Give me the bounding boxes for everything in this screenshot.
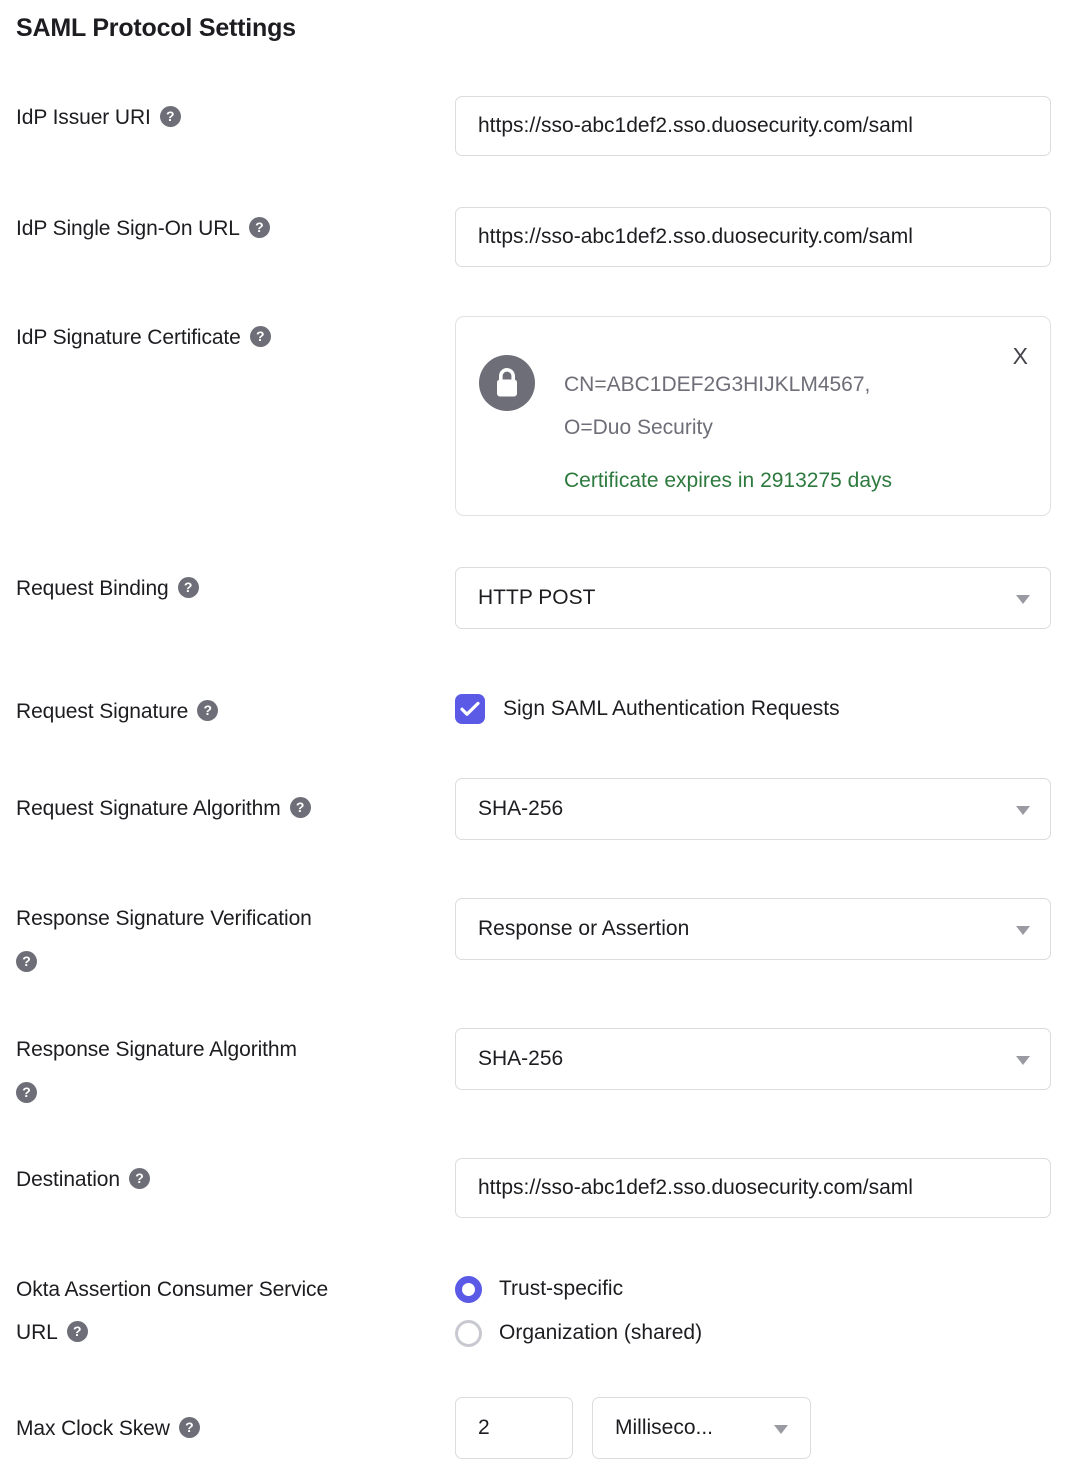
label-text: IdP Single Sign-On URL xyxy=(16,217,240,240)
help-icon[interactable]: ? xyxy=(178,1417,200,1438)
request-signature-algorithm-value: SHA-256 xyxy=(478,797,564,820)
idp-sso-url-input[interactable]: https://sso-abc1def2.sso.duosecurity.com… xyxy=(455,207,1051,267)
certificate-expiry-status: Certificate expires in 2913275 days xyxy=(564,469,893,492)
idp-issuer-uri-input[interactable]: https://sso-abc1def2.sso.duosecurity.com… xyxy=(455,96,1051,156)
label-text: Destination xyxy=(16,1168,120,1191)
sign-saml-requests-label: Sign SAML Authentication Requests xyxy=(503,697,840,720)
max-clock-skew-input[interactable]: 2 xyxy=(455,1397,573,1459)
help-icon[interactable]: ? xyxy=(128,1168,150,1189)
label-text: Request Signature xyxy=(16,700,189,723)
label-response-signature-verification: Response Signature Verification ? xyxy=(16,898,441,980)
label-request-signature: Request Signature? xyxy=(16,690,441,733)
remove-certificate-button[interactable]: X xyxy=(1013,345,1028,368)
lock-icon xyxy=(479,355,535,411)
radio-label: Organization (shared) xyxy=(499,1321,703,1344)
destination-input[interactable]: https://sso-abc1def2.sso.duosecurity.com… xyxy=(455,1158,1051,1218)
request-signature-algorithm-select[interactable]: SHA-256 xyxy=(455,778,1051,840)
label-destination: Destination? xyxy=(16,1158,441,1201)
chevron-down-icon xyxy=(1016,926,1030,935)
request-binding-value: HTTP POST xyxy=(478,586,596,609)
chevron-down-icon xyxy=(1016,806,1030,815)
max-clock-skew-unit-value: Milliseco... xyxy=(615,1416,714,1439)
radio-label: Trust-specific xyxy=(499,1277,624,1300)
sign-saml-requests-checkbox[interactable] xyxy=(455,694,485,724)
label-request-binding: Request Binding? xyxy=(16,567,441,610)
help-icon[interactable]: ? xyxy=(159,106,181,127)
saml-protocol-settings-panel: SAML Protocol Settings IdP Issuer URI? h… xyxy=(0,0,1066,1478)
label-text-line2: URL xyxy=(16,1321,58,1344)
chevron-down-icon xyxy=(1016,1056,1030,1065)
certificate-details: CN=ABC1DEF2G3HIJKLM4567, O=Duo Security … xyxy=(564,363,984,502)
max-clock-skew-controls: 2 Milliseco... xyxy=(455,1397,811,1459)
help-icon[interactable]: ? xyxy=(177,577,199,598)
radio-organization-shared[interactable] xyxy=(455,1319,482,1347)
label-text: Request Signature Algorithm xyxy=(16,797,281,820)
label-max-clock-skew: Max Clock Skew? xyxy=(16,1407,441,1450)
help-icon[interactable]: ? xyxy=(16,951,37,972)
radio-option-trust-specific[interactable]: Trust-specific xyxy=(455,1267,702,1311)
help-icon[interactable]: ? xyxy=(16,1082,37,1103)
page-title: SAML Protocol Settings xyxy=(16,14,296,42)
label-request-signature-algorithm: Request Signature Algorithm? xyxy=(16,787,441,830)
response-signature-verification-select[interactable]: Response or Assertion xyxy=(455,898,1051,960)
radio-option-organization-shared[interactable]: Organization (shared) xyxy=(455,1311,702,1355)
response-signature-verification-value: Response or Assertion xyxy=(478,917,690,940)
radio-trust-specific[interactable] xyxy=(455,1275,482,1303)
help-icon[interactable]: ? xyxy=(249,326,271,347)
label-text: Max Clock Skew xyxy=(16,1417,170,1440)
label-idp-issuer-uri: IdP Issuer URI? xyxy=(16,96,441,139)
label-text: Response Signature Algorithm xyxy=(16,1038,297,1061)
label-text: IdP Issuer URI xyxy=(16,106,151,129)
label-text: Response Signature Verification xyxy=(16,907,312,930)
help-icon[interactable]: ? xyxy=(248,217,270,238)
certificate-subject-line2: O=Duo Security xyxy=(564,416,713,439)
max-clock-skew-unit-select[interactable]: Milliseco... xyxy=(592,1397,811,1459)
certificate-subject-line1: CN=ABC1DEF2G3HIJKLM4567, xyxy=(564,373,871,396)
help-icon[interactable]: ? xyxy=(197,700,219,721)
help-icon[interactable]: ? xyxy=(66,1321,88,1342)
label-response-signature-algorithm: Response Signature Algorithm ? xyxy=(16,1029,441,1111)
response-signature-algorithm-select[interactable]: SHA-256 xyxy=(455,1028,1051,1090)
label-text: Request Binding xyxy=(16,577,169,600)
request-binding-select[interactable]: HTTP POST xyxy=(455,567,1051,629)
chevron-down-icon xyxy=(1016,595,1030,604)
label-text-line1: Okta Assertion Consumer Service xyxy=(16,1278,329,1301)
label-idp-sso-url: IdP Single Sign-On URL? xyxy=(16,207,441,250)
response-signature-algorithm-value: SHA-256 xyxy=(478,1047,564,1070)
label-okta-acs-url: Okta Assertion Consumer Service URL? xyxy=(16,1268,441,1354)
chevron-down-icon xyxy=(774,1425,788,1434)
okta-acs-url-radio-group: Trust-specific Organization (shared) xyxy=(455,1267,702,1355)
help-icon[interactable]: ? xyxy=(289,797,311,818)
label-text: IdP Signature Certificate xyxy=(16,326,241,349)
request-signature-checkbox-row[interactable]: Sign SAML Authentication Requests xyxy=(455,694,840,724)
certificate-card: CN=ABC1DEF2G3HIJKLM4567, O=Duo Security … xyxy=(455,316,1051,516)
label-idp-signature-certificate: IdP Signature Certificate? xyxy=(16,316,441,359)
